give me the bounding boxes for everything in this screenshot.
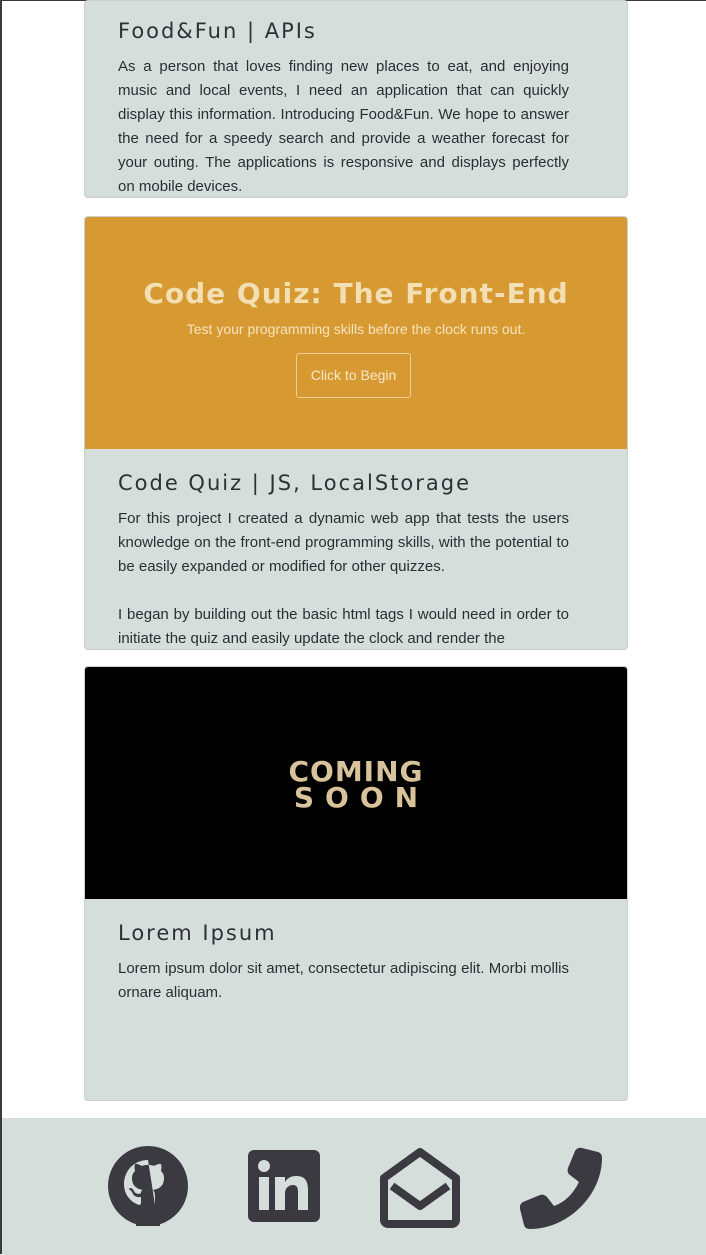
project-card-body: Lorem Ipsum Lorem ipsum dolor sit amet, … bbox=[85, 899, 627, 1005]
github-link[interactable] bbox=[108, 1146, 188, 1226]
email-icon bbox=[380, 1148, 460, 1228]
github-icon bbox=[108, 1146, 188, 1226]
project-card-lorem-ipsum: COMING SOON Lorem Ipsum Lorem ipsum dolo… bbox=[84, 666, 628, 1101]
coming-soon-line2: SOON bbox=[293, 781, 430, 814]
project-preview-image[interactable]: COMING SOON bbox=[85, 667, 627, 899]
project-description: Lorem ipsum dolor sit amet, consectetur … bbox=[118, 960, 569, 1001]
phone-icon bbox=[520, 1147, 602, 1229]
project-description: For this project I created a dynamic web… bbox=[118, 510, 569, 575]
preview-subheading: Test your programming skills before the … bbox=[186, 321, 526, 337]
phone-link[interactable] bbox=[520, 1146, 604, 1230]
project-card-code-quiz: Code Quiz: The Front-End Test your progr… bbox=[84, 216, 628, 650]
linkedin-icon bbox=[248, 1150, 320, 1222]
project-preview-image[interactable]: Code Quiz: The Front-End Test your progr… bbox=[85, 217, 627, 449]
project-card-food-fun: Food&Fun | APIs As a person that loves f… bbox=[84, 0, 628, 198]
preview-begin-button: Click to Begin bbox=[296, 353, 411, 398]
project-title: Lorem Ipsum bbox=[118, 921, 277, 945]
project-description: I began by building out the basic html t… bbox=[118, 606, 569, 647]
preview-heading: Code Quiz: The Front-End bbox=[143, 277, 569, 310]
project-title: Code Quiz | JS, LocalStorage bbox=[118, 471, 472, 495]
footer bbox=[2, 1118, 706, 1255]
project-title: Food&Fun | APIs bbox=[118, 19, 317, 43]
project-card-body: Food&Fun | APIs As a person that loves f… bbox=[85, 1, 627, 197]
project-card-body: Code Quiz | JS, LocalStorage For this pr… bbox=[85, 449, 627, 649]
email-link[interactable] bbox=[378, 1146, 462, 1228]
project-description: As a person that loves finding new place… bbox=[118, 58, 569, 195]
linkedin-link[interactable] bbox=[248, 1150, 320, 1222]
